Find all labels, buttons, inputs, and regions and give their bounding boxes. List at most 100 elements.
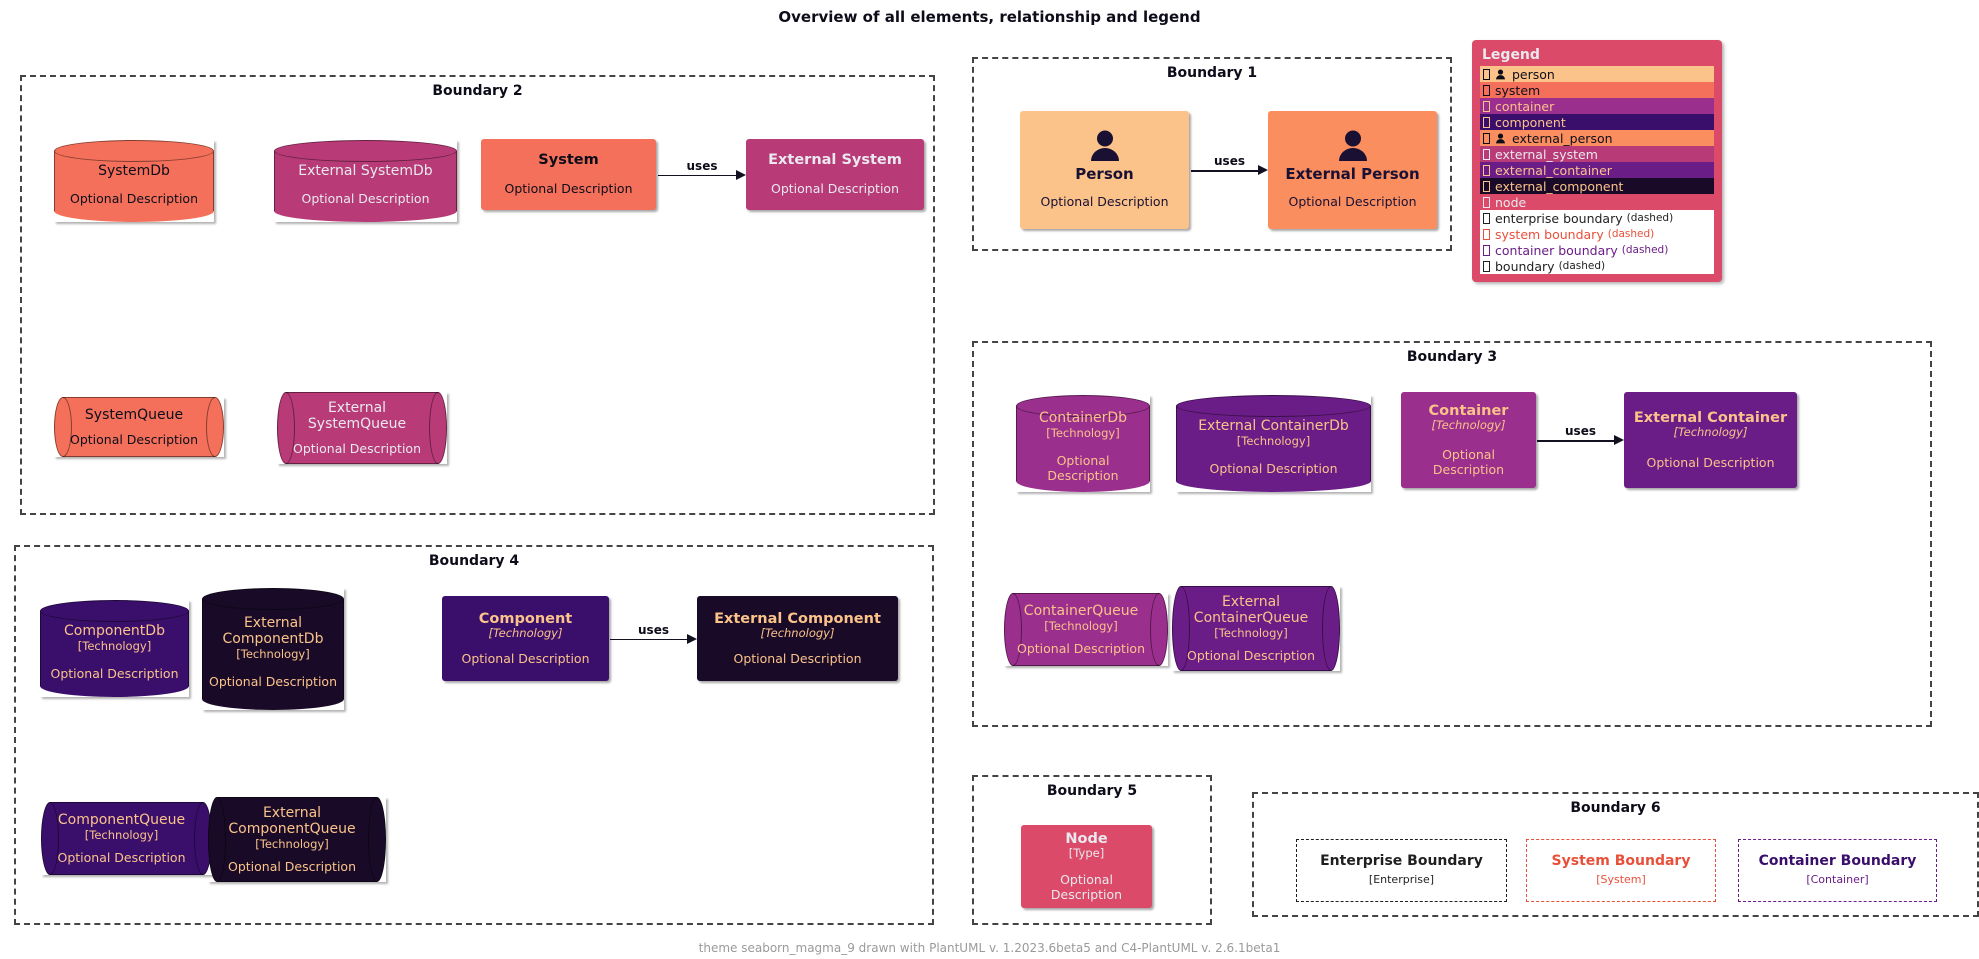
element-external-container-queue[interactable]: External ContainerQueue [Technology] Opt… xyxy=(1172,586,1340,671)
legend-sublabel: (dashed) xyxy=(1607,228,1655,240)
legend-swatch-icon xyxy=(1483,244,1490,256)
boundary-3-title: Boundary 3 xyxy=(1406,349,1498,365)
legend-label: component xyxy=(1495,114,1566,130)
relationship-arrowhead xyxy=(1258,165,1268,175)
element-person[interactable]: Person Optional Description xyxy=(1020,111,1189,229)
element-description: Optional Description xyxy=(301,190,430,206)
relationship-line xyxy=(1537,440,1614,442)
element-external-system-db[interactable]: External SystemDb Optional Description xyxy=(274,140,457,222)
element-description: Optional Description xyxy=(57,850,186,865)
element-component-queue[interactable]: ComponentQueue [Technology] Optional Des… xyxy=(41,802,212,875)
element-description: Optional Description xyxy=(69,190,198,206)
legend-label: external_person xyxy=(1512,130,1613,146)
boundary-4-title: Boundary 4 xyxy=(428,553,520,569)
element-external-container[interactable]: External Container [Technology] Optional… xyxy=(1624,392,1797,488)
diagram-canvas: Overview of all elements, relationship a… xyxy=(0,0,1979,959)
boundary-6: Boundary 6 Enterprise Boundary [Enterpri… xyxy=(1252,792,1979,917)
legend-row-system: system xyxy=(1480,82,1714,98)
legend-swatch-icon xyxy=(1483,196,1490,208)
legend-label: enterprise boundary xyxy=(1495,210,1623,226)
element-description: Optional Description xyxy=(292,441,421,456)
element-technology: [Technology] xyxy=(255,837,329,851)
element-name: SystemQueue xyxy=(84,407,184,423)
legend-row-boundary: boundary (dashed) xyxy=(1480,258,1714,274)
relationship-line xyxy=(1191,170,1258,172)
element-name-line1: External xyxy=(1221,594,1281,610)
element-external-container-db[interactable]: External ContainerDb [Technology] Option… xyxy=(1176,395,1371,492)
element-component[interactable]: Component [Technology] Optional Descript… xyxy=(442,596,609,681)
boundary-5-title: Boundary 5 xyxy=(1046,783,1138,799)
element-name-line1: External xyxy=(243,615,303,631)
element-name: Person xyxy=(1075,165,1134,184)
element-text: ComponentQueue [Technology] Optional Des… xyxy=(41,802,202,875)
relationship-line xyxy=(610,638,687,641)
legend-label: system xyxy=(1495,82,1541,98)
element-external-system-queue[interactable]: External SystemQueue Optional Descriptio… xyxy=(277,392,447,464)
legend-swatch-icon xyxy=(1483,212,1490,224)
element-text: SystemQueue Optional Description xyxy=(54,397,214,457)
element-description: Optional Description xyxy=(1288,194,1417,210)
relationship-line xyxy=(658,174,736,177)
element-external-component-queue[interactable]: External ComponentQueue [Technology] Opt… xyxy=(208,797,386,882)
element-external-person[interactable]: External Person Optional Description xyxy=(1268,111,1437,229)
element-technology: [Technology] xyxy=(1236,433,1311,448)
legend-swatch-icon xyxy=(1483,116,1490,128)
relationship-label: uses xyxy=(683,159,721,174)
element-text: ComponentDb [Technology] Optional Descri… xyxy=(40,614,189,689)
element-container-db[interactable]: ContainerDb [Technology] Optional Descri… xyxy=(1016,395,1150,492)
element-node[interactable]: Node [Type] Optional Description xyxy=(1021,825,1152,908)
element-system-queue[interactable]: SystemQueue Optional Description xyxy=(54,397,224,457)
element-description: Optional Description xyxy=(1209,460,1338,476)
legend-row-system-boundary: system boundary (dashed) xyxy=(1480,226,1714,242)
legend-swatch-icon xyxy=(1483,148,1490,160)
legend-swatch-icon xyxy=(1483,132,1490,144)
element-system-db[interactable]: SystemDb Optional Description xyxy=(54,140,214,222)
boundary-4: Boundary 4 ComponentDb [Technology] Opti… xyxy=(14,545,934,925)
legend-row-person: person xyxy=(1480,66,1714,82)
element-external-component[interactable]: External Component [Technology] Optional… xyxy=(697,596,898,681)
legend-swatch-icon xyxy=(1483,84,1490,96)
legend-row-node: node xyxy=(1480,194,1714,210)
element-name-line2: ContainerQueue xyxy=(1193,610,1309,626)
relationship-arrowhead xyxy=(687,633,697,644)
nested-boundary-container: Container Boundary [Container] xyxy=(1738,839,1937,902)
relationship-label: uses xyxy=(1562,424,1599,439)
relationship-label: uses xyxy=(635,622,672,637)
element-description: Optional Description xyxy=(69,432,198,447)
legend-sublabel: (dashed) xyxy=(1558,260,1606,272)
boundary-1-title: Boundary 1 xyxy=(1166,65,1258,81)
element-name: External Component xyxy=(714,610,881,627)
element-text: ContainerDb [Technology] Optional Descri… xyxy=(1016,409,1150,484)
element-technology: [Technology] xyxy=(77,638,152,653)
element-text: External ComponentQueue [Technology] Opt… xyxy=(208,797,376,882)
element-component-db[interactable]: ComponentDb [Technology] Optional Descri… xyxy=(40,600,189,697)
legend-row-external_person: external_person xyxy=(1480,130,1714,146)
element-system[interactable]: System Optional Description xyxy=(481,139,656,210)
relationship-container-uses: uses xyxy=(1537,392,1624,488)
legend-row-external_container: external_container xyxy=(1480,162,1714,178)
element-external-component-db[interactable]: External ComponentDb [Technology] Option… xyxy=(202,588,344,710)
element-description: Optional Description xyxy=(1040,194,1169,210)
element-text: SystemDb Optional Description xyxy=(54,154,214,214)
legend-row-container: container xyxy=(1480,98,1714,114)
legend-row-list: person system container component external_p… xyxy=(1480,66,1714,274)
legend-label: person xyxy=(1512,66,1555,82)
element-container-queue[interactable]: ContainerQueue [Technology] Optional Des… xyxy=(1004,593,1168,666)
legend-swatch-icon xyxy=(1483,164,1490,176)
legend-row-external_component: external_component xyxy=(1480,178,1714,194)
element-description: Optional Description xyxy=(733,651,862,667)
legend-row-enterprise-boundary: enterprise boundary (dashed) xyxy=(1480,210,1714,226)
element-external-system[interactable]: External System Optional Description xyxy=(746,139,924,210)
legend-sublabel: (dashed) xyxy=(1621,244,1669,256)
legend-swatch-icon xyxy=(1483,100,1490,112)
element-container[interactable]: Container [Technology] Optional Descript… xyxy=(1401,392,1536,488)
element-name-line1: External xyxy=(327,400,387,416)
legend-label: node xyxy=(1495,194,1527,210)
legend-label: container boundary xyxy=(1495,242,1618,258)
element-name: Node xyxy=(1065,830,1108,847)
element-description: Optional Description xyxy=(1047,453,1119,483)
element-text: External ComponentDb [Technology] Option… xyxy=(202,602,344,702)
legend-label: boundary xyxy=(1495,258,1555,274)
legend-title: Legend xyxy=(1482,47,1540,63)
element-name: System xyxy=(538,152,599,169)
